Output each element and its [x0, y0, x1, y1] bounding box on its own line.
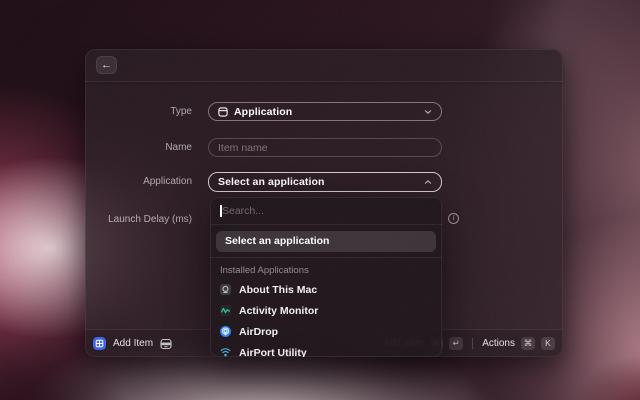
- dropdown-search: [210, 197, 442, 225]
- footer-divider: [472, 338, 473, 349]
- list-item-label: About This Mac: [239, 284, 317, 296]
- application-list: About This Mac Activity Monitor: [210, 279, 442, 357]
- app-window-icon: [218, 107, 228, 117]
- type-select[interactable]: Application: [208, 102, 442, 121]
- list-item-airport-utility[interactable]: AirPort Utility: [210, 342, 442, 357]
- type-row: Type Application: [85, 102, 563, 121]
- launch-delay-label: Launch Delay (ms): [85, 210, 192, 229]
- back-button[interactable]: ←: [96, 56, 117, 74]
- window-header: ←: [85, 49, 563, 82]
- list-item-label: Activity Monitor: [239, 305, 318, 317]
- extension-icon: [93, 337, 106, 350]
- application-dropdown: Select an application Installed Applicat…: [210, 197, 442, 357]
- list-item-label: AirPort Utility: [239, 347, 307, 358]
- dropdown-option-selected[interactable]: Select an application: [216, 231, 436, 252]
- list-item-label: AirDrop: [239, 326, 278, 338]
- application-value: Select an application: [218, 176, 325, 188]
- command-title: Add Item: [113, 338, 153, 349]
- chevron-up-icon: [424, 179, 432, 185]
- name-input[interactable]: [218, 142, 432, 154]
- info-icon[interactable]: i: [448, 213, 459, 224]
- list-item-activity-monitor[interactable]: Activity Monitor: [210, 300, 442, 321]
- type-label: Type: [85, 102, 192, 121]
- list-item-about-this-mac[interactable]: About This Mac: [210, 279, 442, 300]
- screen: ← Type Application Name: [0, 0, 640, 400]
- text-caret: [220, 205, 222, 217]
- activity-monitor-icon: [220, 305, 231, 316]
- command-key-icon: ⌘: [521, 337, 535, 350]
- type-value: Application: [234, 106, 292, 118]
- airdrop-icon: [220, 326, 231, 337]
- name-row: Name: [85, 138, 563, 157]
- about-this-mac-icon: [220, 284, 231, 295]
- chevron-down-icon: [424, 109, 432, 115]
- dropdown-search-input[interactable]: [210, 197, 442, 224]
- back-arrow-icon: ←: [101, 59, 112, 71]
- actions-button[interactable]: Actions: [482, 338, 515, 349]
- name-field: [208, 138, 442, 157]
- dropdown-divider: [210, 257, 442, 258]
- list-item-airdrop[interactable]: AirDrop: [210, 321, 442, 342]
- k-key-icon: K: [541, 337, 555, 350]
- application-select[interactable]: Select an application: [208, 172, 442, 192]
- name-label: Name: [85, 138, 192, 157]
- application-row: Application Select an application: [85, 172, 563, 192]
- airport-utility-icon: [220, 347, 231, 357]
- application-label: Application: [85, 172, 192, 192]
- archive-box-icon: [160, 338, 172, 350]
- raycast-window: ← Type Application Name: [85, 49, 563, 357]
- dropdown-section-header: Installed Applications: [210, 265, 442, 277]
- return-key-icon: ↵: [449, 337, 463, 350]
